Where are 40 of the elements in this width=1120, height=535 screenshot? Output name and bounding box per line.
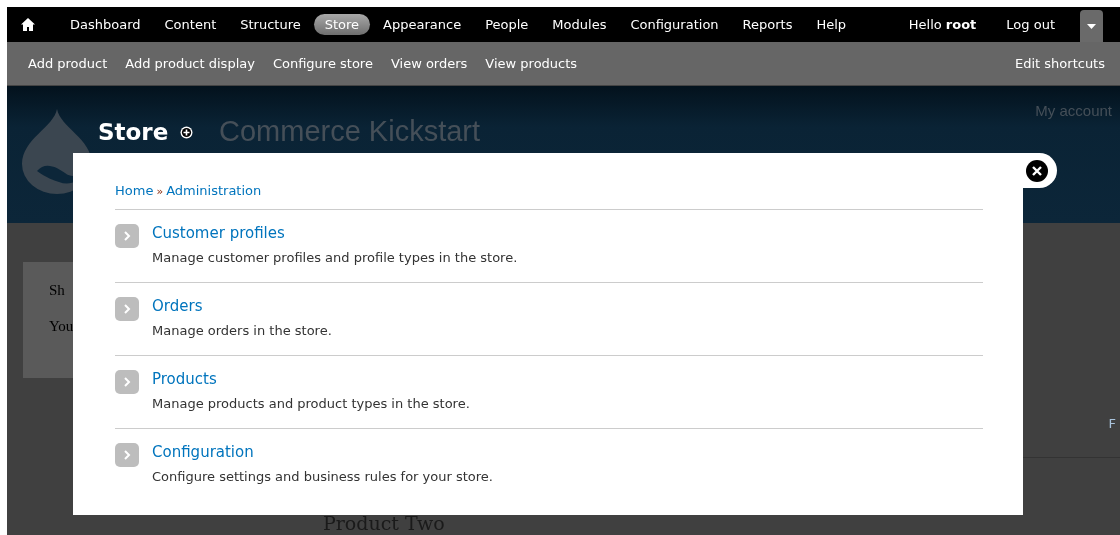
toolbar-link[interactable]: Appearance (372, 14, 473, 35)
breadcrumb-link[interactable]: Home (115, 183, 154, 198)
caret-icon (1087, 23, 1096, 29)
close-button[interactable] (1023, 153, 1057, 188)
page-title: Store (98, 119, 169, 145)
shortcut-link[interactable]: Configure store (272, 56, 373, 71)
admin-section-link[interactable]: Products (152, 370, 470, 388)
admin-section-link[interactable]: Orders (152, 297, 332, 315)
section-description: Manage products and product types in the store. (152, 396, 470, 411)
toolbar-link[interactable]: Content (153, 14, 228, 35)
edit-shortcuts-link[interactable]: Edit shortcuts (1015, 56, 1105, 71)
toolbar-link[interactable]: People (474, 14, 540, 35)
home-icon[interactable] (21, 18, 35, 31)
block-text: You (49, 318, 74, 335)
toolbar-link[interactable]: Structure (229, 14, 312, 35)
toolbar-link[interactable]: Store (313, 14, 371, 35)
user-greeting[interactable]: Hello root (897, 14, 988, 35)
link-fragment[interactable]: F (1108, 416, 1116, 431)
logout-link[interactable]: Log out (995, 14, 1066, 35)
breadcrumb-separator: » (156, 185, 164, 198)
add-shortcut-icon[interactable] (180, 125, 194, 139)
toolbar-link[interactable]: Help (805, 14, 858, 35)
section-description: Manage customer profiles and profile types in the store. (152, 250, 518, 265)
toolbar-link[interactable]: Configuration (619, 14, 730, 35)
section-description: Manage orders in the store. (152, 323, 332, 338)
toolbar-link[interactable]: Reports (731, 14, 804, 35)
shortcuts-toggle[interactable] (1080, 10, 1103, 42)
admin-section-link[interactable]: Configuration (152, 443, 493, 461)
shortcut-link[interactable]: View orders (390, 56, 468, 71)
block-title: Sh (49, 282, 65, 299)
admin-section-link[interactable]: Customer profiles (152, 224, 518, 242)
section-description: Configure settings and business rules for your store. (152, 469, 493, 484)
toolbar-link[interactable]: Dashboard (59, 14, 152, 35)
shortcut-link[interactable]: View products (485, 56, 578, 71)
breadcrumb-link[interactable]: Administration (166, 183, 262, 198)
shortcut-link[interactable]: Add product (28, 56, 108, 71)
toolbar-link[interactable]: Modules (541, 14, 618, 35)
shortcut-link[interactable]: Add product display (125, 56, 255, 71)
site-name: Commerce Kickstart (219, 115, 481, 148)
close-icon (1026, 159, 1048, 182)
